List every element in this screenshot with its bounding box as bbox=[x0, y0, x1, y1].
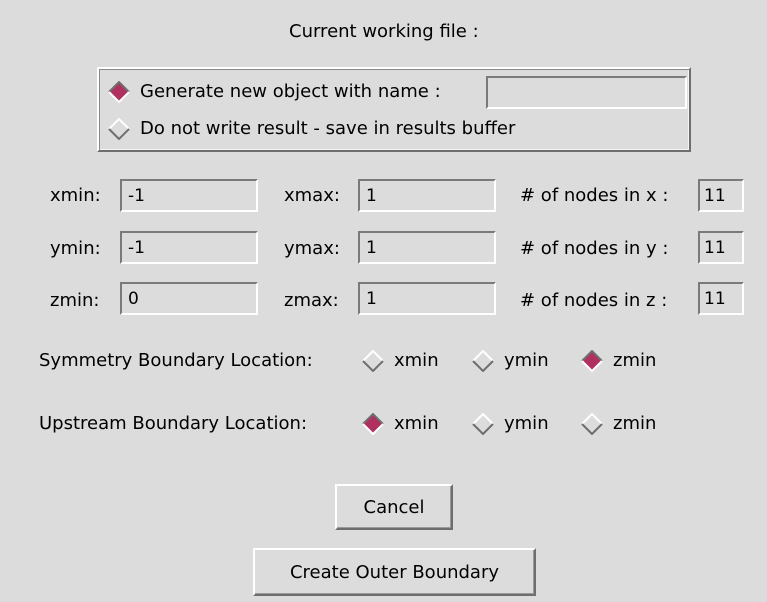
ymin-input[interactable] bbox=[120, 231, 258, 264]
symmetry-zmin-radio[interactable]: zmin bbox=[581, 347, 656, 375]
symmetry-xmin-radio[interactable]: xmin bbox=[362, 347, 439, 375]
upstream-boundary-label: Upstream Boundary Location: bbox=[39, 413, 308, 434]
nodes-z-input[interactable] bbox=[698, 282, 744, 315]
upstream-ymin-radio[interactable]: ymin bbox=[472, 410, 549, 438]
nodes-y-input[interactable] bbox=[698, 231, 744, 264]
save-results-buffer-radio[interactable]: Do not write result - save in results bu… bbox=[108, 115, 515, 143]
nodes-x-label: # of nodes in x : bbox=[520, 185, 669, 206]
radio-diamond-icon bbox=[472, 350, 494, 372]
cancel-button[interactable]: Cancel bbox=[335, 484, 453, 530]
zmax-input[interactable] bbox=[358, 282, 496, 315]
upstream-zmin-radio[interactable]: zmin bbox=[581, 410, 656, 438]
nodes-y-label: # of nodes in y : bbox=[520, 238, 669, 259]
symmetry-ymin-radio[interactable]: ymin bbox=[472, 347, 549, 375]
symmetry-boundary-label: Symmetry Boundary Location: bbox=[39, 350, 313, 371]
radio-diamond-icon bbox=[362, 350, 384, 372]
symmetry-xmin-label: xmin bbox=[394, 350, 439, 371]
zmax-label: zmax: bbox=[284, 290, 339, 311]
symmetry-zmin-label: zmin bbox=[613, 350, 657, 371]
nodes-x-input[interactable] bbox=[698, 179, 744, 212]
radio-diamond-icon bbox=[362, 413, 384, 435]
current-working-file-label: Current working file : bbox=[289, 21, 479, 42]
zmin-input[interactable] bbox=[120, 282, 258, 315]
create-outer-boundary-button[interactable]: Create Outer Boundary bbox=[253, 548, 536, 596]
nodes-z-label: # of nodes in z : bbox=[520, 290, 668, 311]
radio-diamond-icon bbox=[108, 118, 130, 140]
xmin-label: xmin: bbox=[50, 185, 101, 206]
generate-new-object-label: Generate new object with name : bbox=[140, 81, 441, 102]
xmin-input[interactable] bbox=[120, 179, 258, 212]
zmin-label: zmin: bbox=[50, 290, 100, 311]
upstream-xmin-label: xmin bbox=[394, 413, 439, 434]
ymax-input[interactable] bbox=[358, 231, 496, 264]
upstream-xmin-radio[interactable]: xmin bbox=[362, 410, 439, 438]
save-results-buffer-label: Do not write result - save in results bu… bbox=[140, 118, 516, 139]
radio-diamond-icon bbox=[108, 81, 130, 103]
radio-diamond-icon bbox=[472, 413, 494, 435]
generate-new-object-radio[interactable]: Generate new object with name : bbox=[108, 78, 441, 106]
upstream-zmin-label: zmin bbox=[613, 413, 657, 434]
upstream-ymin-label: ymin bbox=[504, 413, 549, 434]
xmax-input[interactable] bbox=[358, 179, 496, 212]
xmax-label: xmax: bbox=[284, 185, 340, 206]
ymax-label: ymax: bbox=[284, 238, 340, 259]
ymin-label: ymin: bbox=[50, 238, 101, 259]
symmetry-ymin-label: ymin bbox=[504, 350, 549, 371]
radio-diamond-icon bbox=[581, 413, 603, 435]
object-name-input[interactable] bbox=[486, 76, 687, 109]
radio-diamond-icon bbox=[581, 350, 603, 372]
